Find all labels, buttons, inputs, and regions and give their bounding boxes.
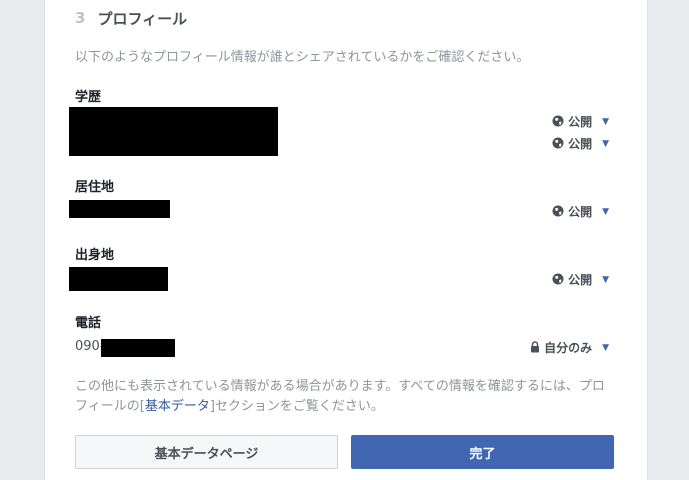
caret-down-icon: ▼ <box>602 275 609 285</box>
hometown-privacy-selector[interactable]: 公開 ▼ <box>552 270 609 288</box>
intro-text: 以下のようなプロフィール情報が誰とシェアされているかをご確認ください。 <box>75 50 530 65</box>
education-privacy-selector-1[interactable]: 公開 ▼ <box>552 112 609 130</box>
education-label: 学歴 <box>75 90 102 105</box>
globe-icon <box>552 273 564 285</box>
caret-down-icon: ▼ <box>602 343 609 353</box>
caret-down-icon: ▼ <box>602 139 609 149</box>
residence-redacted <box>69 200 170 218</box>
residence-privacy-selector[interactable]: 公開 ▼ <box>552 202 609 220</box>
globe-icon <box>552 205 564 217</box>
privacy-checkup-panel: 3 プロフィール 以下のようなプロフィール情報が誰とシェアされているかをご確認く… <box>44 0 648 480</box>
phone-label: 電話 <box>75 316 102 331</box>
privacy-label: 公開 <box>568 136 593 151</box>
residence-label: 居住地 <box>75 180 115 195</box>
phone-privacy-selector[interactable]: 自分のみ ▼ <box>530 338 609 356</box>
education-privacy-selector-2[interactable]: 公開 ▼ <box>552 134 609 152</box>
basic-data-page-button[interactable]: 基本データページ <box>75 435 338 469</box>
phone-redacted <box>101 339 175 357</box>
globe-icon <box>552 137 564 149</box>
lock-icon <box>531 341 540 353</box>
hometown-redacted <box>69 267 168 291</box>
done-button[interactable]: 完了 <box>351 435 614 469</box>
basic-data-link[interactable]: 基本データ <box>145 399 210 414</box>
education-redacted <box>69 107 278 156</box>
step-title: プロフィール <box>97 9 188 28</box>
globe-icon <box>552 115 564 127</box>
privacy-label: 公開 <box>568 114 593 129</box>
privacy-label: 公開 <box>568 204 593 219</box>
hometown-label: 出身地 <box>75 248 115 263</box>
privacy-label: 公開 <box>568 272 593 287</box>
caret-down-icon: ▼ <box>602 117 609 127</box>
step-header: 3 プロフィール <box>75 7 187 29</box>
note-text-after: ]セクションをご覧ください。 <box>209 399 384 414</box>
caret-down-icon: ▼ <box>602 207 609 217</box>
step-number: 3 <box>75 9 86 27</box>
info-note: この他にも表示されている情報がある場合があります。すべての情報を確認するには、プ… <box>75 377 605 417</box>
privacy-label: 自分のみ <box>544 340 593 355</box>
